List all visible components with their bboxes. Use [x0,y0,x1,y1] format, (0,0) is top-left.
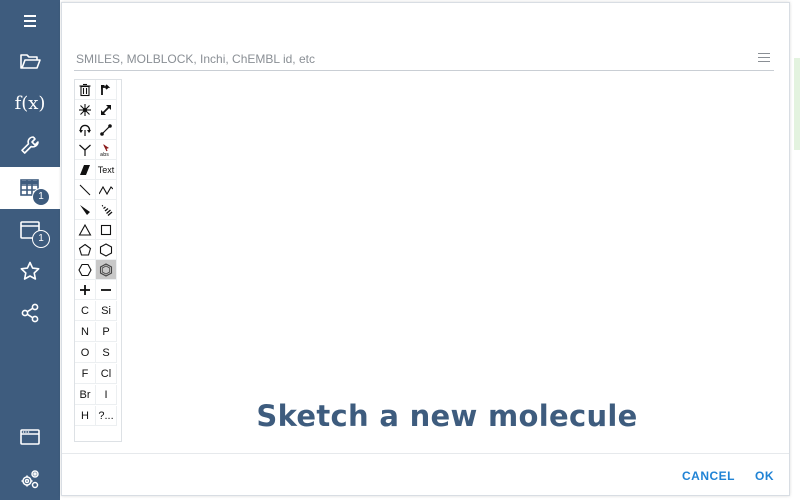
undo-icon [101,83,111,95]
input-menu-icon[interactable] [758,53,770,64]
pentagon-icon [78,243,92,256]
open-file-button[interactable] [0,40,60,82]
square-ring-tool[interactable] [96,220,117,240]
folder-open-icon [20,54,41,69]
share-icon [21,303,39,323]
fork-icon [79,144,91,156]
resize-icon [101,104,111,115]
cancel-button[interactable]: CANCEL [682,469,735,483]
bond-line-icon [100,123,112,136]
element-c[interactable]: C [75,301,96,321]
element-si[interactable]: Si [96,301,117,321]
element-p[interactable]: P [96,322,117,342]
hexagon-icon [99,242,113,257]
sketcher-dialog: abs Text [61,2,790,496]
minus-charge-tool[interactable] [96,280,117,300]
minus-charge-icon [101,288,111,291]
favorites-button[interactable] [0,250,60,292]
browse-button[interactable] [0,416,60,458]
triangle-icon [78,223,92,236]
element-br[interactable]: Br [75,385,96,405]
hash-bond-icon [101,204,113,216]
tools-button[interactable] [0,124,60,166]
triangle-ring-tool[interactable] [75,220,96,240]
bond-line-tool[interactable] [96,120,117,140]
function-icon: f(x) [14,92,46,114]
square-icon [100,224,112,235]
wrench-icon [21,136,39,154]
tool-palette: abs Text C Si N P O S F Cl Br I H ?... [74,79,122,442]
benzene-ring-tool[interactable] [96,260,117,280]
browser-icon [20,429,40,445]
hexagon-ring-tool[interactable] [96,240,117,260]
single-bond-tool[interactable] [75,180,96,200]
wedge-bond-tool[interactable] [75,200,96,220]
element-o[interactable]: O [75,343,96,363]
undo-tool[interactable] [96,80,117,100]
element-h[interactable]: H [75,406,96,426]
menu-button[interactable] [0,0,60,42]
rotate-icon [79,124,91,136]
smiles-field-wrapper [74,50,774,71]
plus-charge-tool[interactable] [75,280,96,300]
element-i[interactable]: I [96,385,117,405]
svg-text:abs: abs [100,152,109,157]
ok-button[interactable]: OK [755,469,774,483]
chain-tool[interactable] [96,180,117,200]
wedge-bond-icon [80,204,90,215]
smiles-input[interactable] [74,50,748,68]
radical-tool[interactable] [75,100,96,120]
chain-icon [99,185,113,195]
single-bond-icon [79,184,91,195]
tables-button[interactable]: 1 [0,167,60,209]
abs-stereo-tool[interactable]: abs [96,140,117,160]
windows-count-badge: 1 [32,230,50,248]
resize-tool[interactable] [96,100,117,120]
star-icon [20,261,40,280]
settings-button[interactable] [0,458,60,500]
functions-button[interactable]: f(x) [0,82,60,124]
element-n[interactable]: N [75,322,96,342]
share-button[interactable] [0,292,60,334]
element-s[interactable]: S [96,343,117,363]
sketch-canvas[interactable]: Sketch a new molecule [122,79,772,449]
abs-stereo-icon: abs [100,143,109,157]
pentagon-ring-tool[interactable] [75,240,96,260]
radical-icon [79,103,91,116]
delete-icon [79,83,91,96]
text-tool[interactable]: Text [96,160,117,180]
element-f[interactable]: F [75,364,96,384]
background-highlight [794,58,800,150]
settings-gears-icon [21,470,39,489]
menu-icon [24,15,36,27]
windows-button[interactable]: 1 [0,209,60,251]
canvas-hint: Sketch a new molecule [256,399,638,433]
tables-count-badge: 1 [32,188,50,206]
element-cl[interactable]: Cl [96,364,117,384]
eraser-tool[interactable] [75,160,96,180]
footer-divider [62,453,789,454]
delete-tool[interactable] [75,80,96,100]
plus-charge-icon [80,284,90,295]
hash-bond-tool[interactable] [96,200,117,220]
cyclohexane-ring-tool[interactable] [75,260,96,280]
cyclohexane-icon [78,263,92,276]
benzene-icon [99,262,113,277]
fork-tool[interactable] [75,140,96,160]
rotate-tool[interactable] [75,120,96,140]
element-more[interactable]: ?... [96,406,117,426]
left-sidebar: f(x) 1 1 [0,0,60,500]
eraser-icon [80,164,90,175]
